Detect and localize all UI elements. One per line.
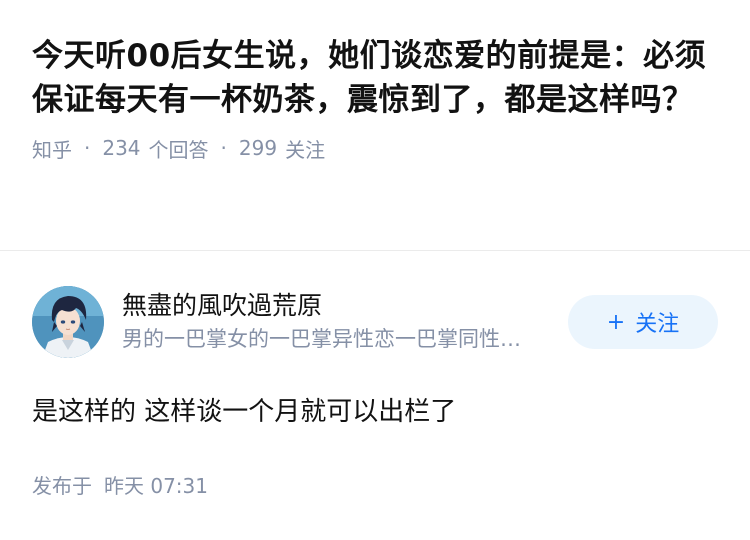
author-row: 無盡的風吹過荒原 男的一巴掌女的一巴掌异性恋一巴掌同性恋一巴掌 + 关注 (32, 286, 718, 358)
published-label: 发布于 (32, 474, 92, 498)
avatar[interactable] (32, 286, 104, 358)
follow-count: 299 (238, 136, 278, 160)
question-meta: 知乎 · 234 个回答 · 299 关注 (32, 134, 718, 162)
author-info: 無盡的風吹過荒原 男的一巴掌女的一巴掌异性恋一巴掌同性恋一巴掌 (122, 289, 532, 355)
answer-count: 234 (102, 136, 141, 160)
plus-icon: + (606, 309, 626, 335)
answer-content[interactable]: 是这样的 这样谈一个月就可以出栏了 (32, 392, 718, 432)
answer-count-label: 个回答 (148, 137, 209, 162)
question-title[interactable]: 今天听00后女生说，她们谈恋爱的前提是：必须保证每天有一杯奶茶，震惊到了，都是这… (32, 34, 712, 122)
section-divider (0, 250, 750, 251)
follow-button[interactable]: + 关注 (568, 295, 718, 349)
follow-count-label: 关注 (285, 137, 326, 162)
question-header: 今天听00后女生说，她们谈恋爱的前提是：必须保证每天有一杯奶茶，震惊到了，都是这… (0, 0, 750, 162)
author-bio: 男的一巴掌女的一巴掌异性恋一巴掌同性恋一巴掌 (122, 327, 532, 351)
author-name[interactable]: 無盡的風吹過荒原 (122, 289, 532, 323)
avatar-image (32, 286, 104, 358)
meta-separator: · (220, 136, 227, 160)
meta-separator: · (84, 136, 91, 160)
source-label[interactable]: 知乎 (32, 134, 72, 163)
published-time: 昨天 07:31 (104, 474, 208, 498)
follow-button-label: 关注 (635, 312, 680, 337)
answer-timestamp: 发布于 昨天 07:31 (32, 470, 718, 499)
answer-card: 無盡的風吹過荒原 男的一巴掌女的一巴掌异性恋一巴掌同性恋一巴掌 + 关注 是这样… (32, 286, 718, 499)
